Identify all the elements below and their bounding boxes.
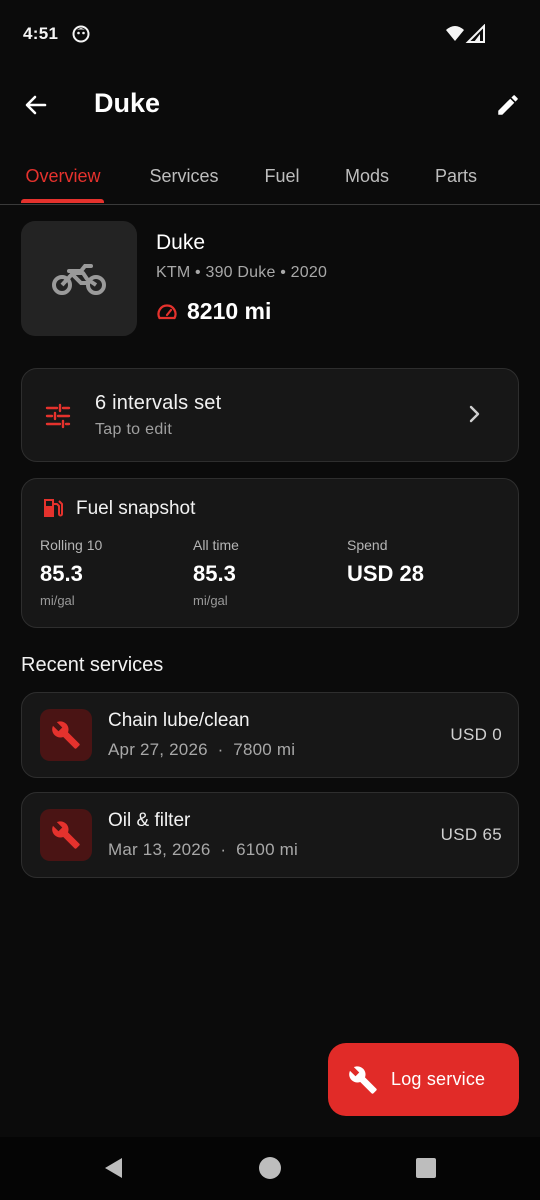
- app-bar: Duke: [0, 70, 540, 140]
- service-item[interactable]: Chain lube/clean Apr 27, 2026 · 7800 mi …: [21, 692, 519, 778]
- motorcycle-icon: [52, 263, 106, 295]
- bike-subtitle: KTM • 390 Duke • 2020: [156, 264, 328, 281]
- intervals-title: 6 intervals set: [95, 392, 222, 414]
- tab-fuel[interactable]: Fuel: [250, 148, 314, 204]
- bike-name: Duke: [156, 231, 206, 254]
- fuel-snapshot-card[interactable]: Fuel snapshot Rolling 10 85.3 mi/gal All…: [21, 478, 519, 628]
- system-nav-bar: [0, 1137, 540, 1200]
- wrench-icon: [349, 1066, 377, 1094]
- back-button[interactable]: [16, 85, 56, 125]
- nav-home-icon: [259, 1157, 281, 1179]
- stat-unit: mi/gal: [193, 593, 228, 608]
- tab-overview[interactable]: Overview: [12, 148, 114, 204]
- tab-mods[interactable]: Mods: [330, 148, 404, 204]
- stat-label: Spend: [347, 537, 388, 553]
- bike-thumbnail: [21, 221, 137, 336]
- status-time: 4:51: [23, 24, 59, 43]
- service-icon-tile: [40, 709, 92, 761]
- service-meta: Apr 27, 2026 · 7800 mi: [108, 740, 296, 759]
- recent-services-title: Recent services: [21, 654, 164, 676]
- tab-parts[interactable]: Parts: [420, 148, 492, 204]
- edit-button[interactable]: [488, 85, 528, 125]
- service-title: Oil & filter: [108, 810, 191, 831]
- stat-value: 85.3: [40, 561, 83, 586]
- back-arrow-icon: [25, 95, 47, 115]
- log-service-button[interactable]: Log service: [328, 1043, 519, 1116]
- service-meta: Mar 13, 2026 · 6100 mi: [108, 840, 299, 859]
- active-tab-indicator: [21, 199, 104, 203]
- nav-recents-button[interactable]: [411, 1153, 441, 1183]
- wrench-icon: [52, 721, 80, 749]
- speedometer-icon: [157, 304, 177, 320]
- nav-recents-icon: [416, 1158, 436, 1178]
- nav-home-button[interactable]: [255, 1153, 285, 1183]
- service-title: Chain lube/clean: [108, 710, 250, 731]
- service-icon-tile: [40, 809, 92, 861]
- stat-unit: mi/gal: [40, 593, 75, 608]
- fuel-stat-all-time: All time 85.3 mi/gal: [193, 537, 239, 608]
- stat-label: Rolling 10: [40, 537, 103, 553]
- service-item[interactable]: Oil & filter Mar 13, 2026 · 6100 mi USD …: [21, 792, 519, 878]
- tab-bar: Overview Services Fuel Mods Parts: [0, 148, 540, 205]
- fuel-stat-spend: Spend USD 28: [347, 537, 424, 587]
- sliders-icon: [45, 403, 71, 429]
- fuel-snapshot-title: Fuel snapshot: [76, 498, 196, 519]
- fuel-pump-icon: [44, 499, 63, 517]
- wrench-icon: [52, 821, 80, 849]
- page-title: Duke: [94, 88, 161, 118]
- signal-wifi-icon: [446, 24, 485, 43]
- chevron-right-icon: [469, 405, 480, 423]
- log-service-label: Log service: [391, 1069, 486, 1089]
- service-cost: USD 65: [440, 825, 502, 844]
- notification-icon: [72, 25, 90, 43]
- odometer-value: 8210 mi: [187, 298, 272, 324]
- intervals-subtitle: Tap to edit: [95, 421, 173, 438]
- nav-back-icon: [105, 1158, 122, 1178]
- status-bar: 4:51: [0, 0, 540, 70]
- intervals-card[interactable]: 6 intervals set Tap to edit: [21, 368, 519, 462]
- stat-value: 85.3: [193, 561, 236, 586]
- service-cost: USD 0: [450, 725, 502, 744]
- stat-label: All time: [193, 537, 239, 553]
- stat-value: USD 28: [347, 561, 425, 586]
- tab-services[interactable]: Services: [134, 148, 234, 204]
- nav-back-button[interactable]: [99, 1153, 129, 1183]
- fuel-stat-rolling: Rolling 10 85.3 mi/gal: [40, 537, 102, 608]
- edit-pencil-icon: [498, 95, 518, 115]
